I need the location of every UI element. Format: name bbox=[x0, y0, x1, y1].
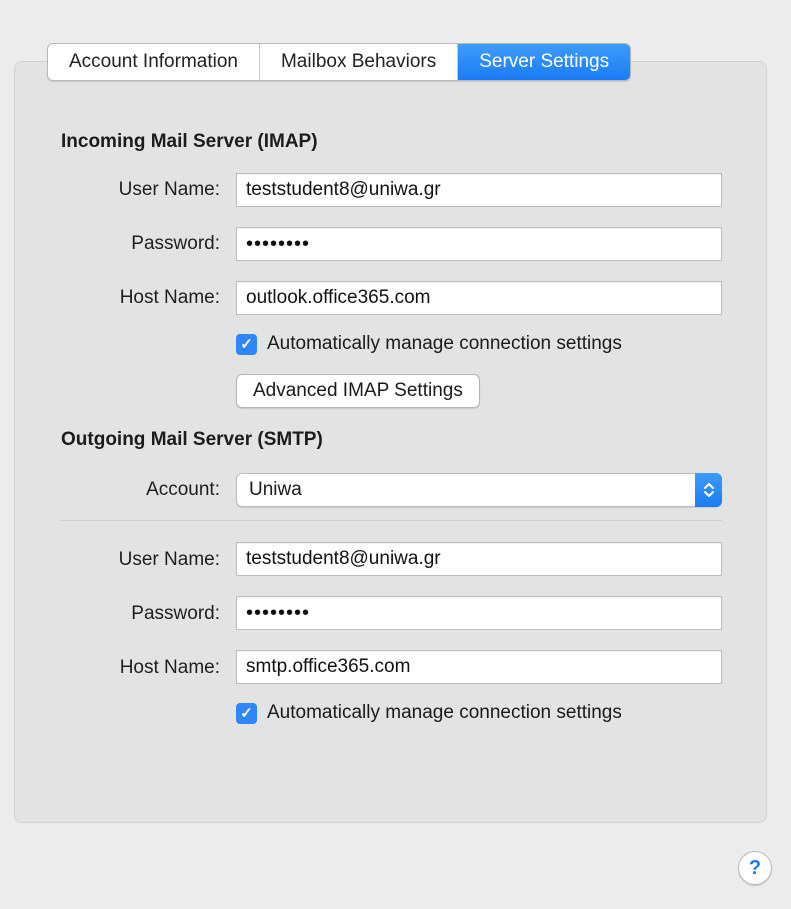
incoming-username-field[interactable]: teststudent8@uniwa.gr bbox=[236, 173, 722, 207]
outgoing-auto-manage-row: ✓ Automatically manage connection settin… bbox=[236, 702, 622, 724]
outgoing-hostname-label: Host Name: bbox=[119, 657, 220, 678]
tab-server-settings[interactable]: Server Settings bbox=[458, 44, 631, 80]
outgoing-auto-manage-checkbox[interactable]: ✓ bbox=[236, 702, 257, 724]
incoming-auto-manage-row: ✓ Automatically manage connection settin… bbox=[236, 333, 622, 355]
incoming-hostname-label: Host Name: bbox=[119, 287, 220, 308]
tab-mailbox-behaviors[interactable]: Mailbox Behaviors bbox=[260, 44, 459, 80]
tab-account-information[interactable]: Account Information bbox=[48, 44, 260, 80]
incoming-password-field[interactable]: •••••••• bbox=[236, 227, 722, 261]
tab-bar: Account Information Mailbox Behaviors Se… bbox=[47, 43, 632, 81]
outgoing-auto-manage-label: Automatically manage connection settings bbox=[267, 702, 622, 723]
outgoing-username-field[interactable]: teststudent8@uniwa.gr bbox=[236, 542, 722, 576]
incoming-hostname-field[interactable]: outlook.office365.com bbox=[236, 281, 722, 315]
incoming-auto-manage-label: Automatically manage connection settings bbox=[267, 333, 622, 354]
outgoing-password-field[interactable]: •••••••• bbox=[236, 596, 722, 630]
outgoing-password-label: Password: bbox=[131, 603, 220, 624]
incoming-username-label: User Name: bbox=[118, 179, 220, 200]
help-icon: ? bbox=[748, 857, 762, 879]
outgoing-account-label: Account: bbox=[146, 479, 220, 500]
incoming-section-title: Incoming Mail Server (IMAP) bbox=[61, 131, 318, 152]
outgoing-account-value: Uniwa bbox=[249, 479, 302, 500]
advanced-imap-settings-button[interactable]: Advanced IMAP Settings bbox=[236, 374, 480, 408]
outgoing-hostname-field[interactable]: smtp.office365.com bbox=[236, 650, 722, 684]
checkmark-icon: ✓ bbox=[240, 335, 253, 353]
incoming-password-label: Password: bbox=[131, 233, 220, 254]
outgoing-account-select[interactable]: Uniwa bbox=[236, 473, 722, 507]
help-button[interactable]: ? bbox=[738, 851, 772, 885]
section-divider bbox=[60, 520, 722, 521]
outgoing-username-label: User Name: bbox=[118, 549, 220, 570]
incoming-auto-manage-checkbox[interactable]: ✓ bbox=[236, 333, 257, 355]
checkmark-icon: ✓ bbox=[240, 704, 253, 722]
outgoing-section-title: Outgoing Mail Server (SMTP) bbox=[61, 429, 323, 450]
up-down-chevron-icon bbox=[695, 473, 722, 507]
